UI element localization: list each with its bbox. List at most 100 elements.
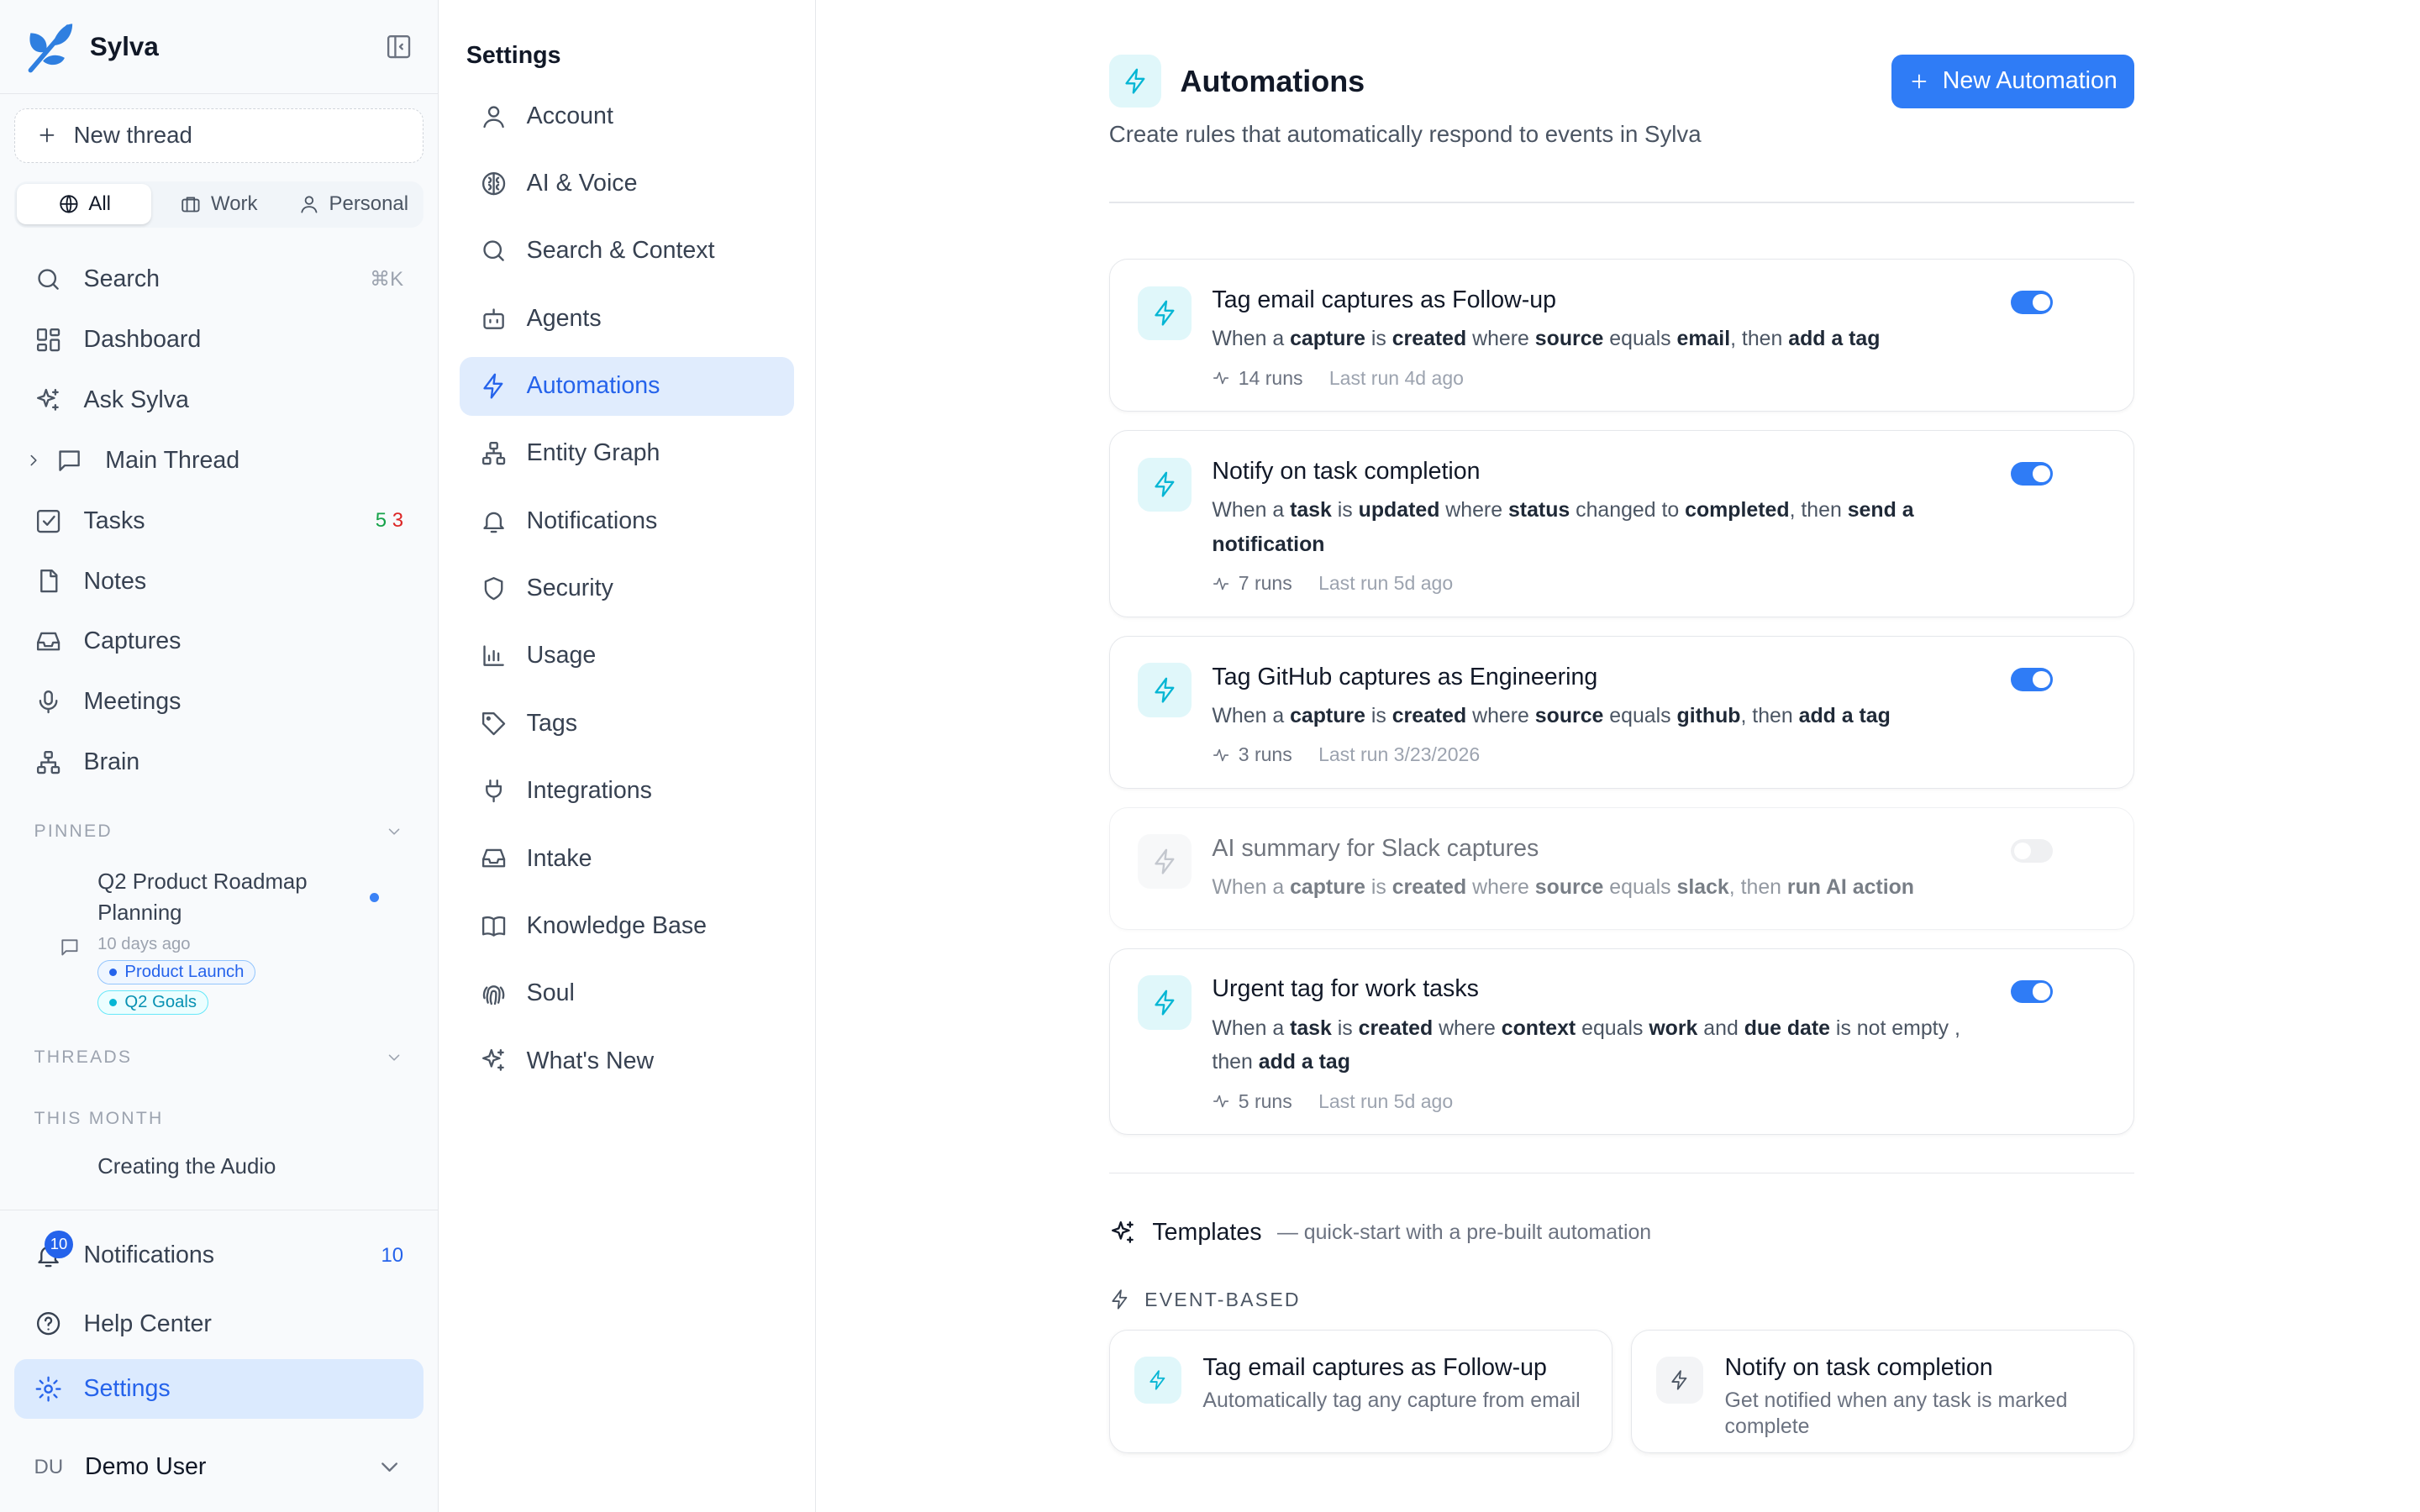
settings-item-whats-new[interactable]: What's New [460,1032,793,1090]
sparkles-icon [34,386,62,414]
rule-text: is [1331,498,1359,522]
user-menu[interactable]: DU Demo User [0,1428,438,1505]
settings-item-label: Usage [526,642,597,669]
settings-item-knowledge-base[interactable]: Knowledge Base [460,896,793,955]
settings-item-security[interactable]: Security [460,559,793,618]
bar-chart-icon [480,642,508,669]
rule-term: source [1534,703,1604,727]
page-subtitle: Create rules that automatically respond … [1108,120,1702,147]
rule-term: created [1392,327,1467,351]
settings-item-label: Account [526,102,613,129]
divider [1108,202,2135,204]
settings-item-automations[interactable]: Automations [460,356,794,416]
filter-all[interactable]: All [17,184,152,225]
gear-icon [34,1375,62,1403]
rule-text: where [1466,874,1535,899]
template-card[interactable]: Tag email captures as Follow-up Automati… [1108,1329,1612,1454]
settings-item-label: Tags [526,709,578,737]
settings-item-entity-graph[interactable]: Entity Graph [460,424,793,483]
nav-search[interactable]: Search ⌘K [0,249,438,310]
nav-dashboard[interactable]: Dashboard [0,310,438,370]
notification-badge: 10 [45,1230,73,1258]
automation-card[interactable]: Tag email captures as Follow-up When a c… [1108,259,2135,412]
settings-item-soul[interactable]: Soul [460,964,793,1023]
pinned-thread-item[interactable]: Q2 Product Roadmap Planning 10 days ago … [0,848,438,1019]
last-run: Last run 3/23/2026 [1318,743,1481,766]
nav-notes[interactable]: Notes [0,551,438,612]
run-stats: 3 runs Last run 3/23/2026 [1212,743,2133,766]
rule-text: is [1365,874,1392,899]
nav-help-center[interactable]: Help Center [14,1290,424,1357]
automation-rule: When a capture is created where source e… [1212,699,1986,733]
help-icon [34,1310,62,1337]
settings-item-tags[interactable]: Tags [460,694,793,753]
notifications-count: 10 [381,1243,404,1267]
thread-item[interactable]: Creating the Audio [0,1137,438,1179]
last-run: Last run 5d ago [1318,1089,1454,1112]
filter-work[interactable]: Work [151,184,286,224]
filter-personal[interactable]: Personal [286,184,420,224]
collapse-sidebar-icon[interactable] [385,33,413,60]
enable-toggle[interactable] [2011,462,2054,486]
enable-toggle[interactable] [2011,979,2054,1004]
automation-icon-box [1137,663,1192,717]
chevron-right-icon[interactable] [24,451,43,470]
enable-toggle[interactable] [2011,838,2054,863]
nav-captures[interactable]: Captures [0,612,438,672]
bolt-icon [1109,1289,1131,1310]
chevron-down-icon [376,1453,403,1481]
threads-header[interactable]: THREADS [0,1040,438,1074]
tag-label: Q2 Goals [124,993,197,1012]
automation-card[interactable]: Urgent tag for work tasks When a task is… [1108,948,2135,1136]
tag-icon [480,710,508,738]
rule-term: add a tag [1258,1050,1350,1074]
page-title: Automations [1180,63,1365,98]
nav-notifications[interactable]: 10 Notifications 10 [14,1222,424,1289]
new-thread-button[interactable]: New thread [13,108,424,163]
settings-item-integrations[interactable]: Integrations [460,762,793,821]
automation-icon-box [1137,834,1192,889]
template-card[interactable]: Notify on task completion Get notified w… [1630,1329,2135,1454]
enable-toggle[interactable] [2011,667,2054,691]
automation-card[interactable]: AI summary for Slack captures When a cap… [1108,807,2135,930]
settings-item-usage[interactable]: Usage [460,627,793,685]
settings-item-label: Security [526,575,613,602]
enable-toggle[interactable] [2011,291,2054,314]
nav-tasks[interactable]: Tasks 5 3 [0,491,438,551]
filter-all-label: All [88,192,111,216]
pinned-header[interactable]: PINNED [0,814,438,848]
activity-icon [1212,746,1230,764]
settings-item-intake[interactable]: Intake [460,829,793,888]
rule-term: add a tag [1798,703,1891,727]
settings-nav: Settings Account AI & Voice Search & Con… [438,0,817,1512]
run-count: 14 runs [1238,366,1303,389]
nav-ask-sylva[interactable]: Ask Sylva [0,370,438,430]
settings-item-account[interactable]: Account [460,87,793,145]
tag-product-launch[interactable]: Product Launch [97,959,256,985]
rule-term: created [1358,1016,1434,1040]
rule-text: When a [1212,874,1291,899]
settings-item-search-context[interactable]: Search & Context [460,222,793,281]
network-icon [34,748,62,776]
rule-term: add a tag [1788,327,1881,351]
rule-text: , then [1789,498,1848,522]
nav-brain[interactable]: Brain [0,732,438,793]
automation-card[interactable]: Notify on task completion When a task is… [1108,430,2135,617]
settings-item-ai-voice[interactable]: AI & Voice [460,155,793,213]
new-automation-button[interactable]: New Automation [1891,54,2135,108]
event-based-label: EVENT-BASED [1144,1288,1301,1310]
chat-icon [59,937,81,958]
nav-settings[interactable]: Settings [13,1358,424,1420]
nav-main-thread[interactable]: Main Thread [0,430,438,491]
tag-q2-goals[interactable]: Q2 Goals [97,990,208,1016]
nav-meetings[interactable]: Meetings [0,672,438,732]
settings-item-notifications[interactable]: Notifications [460,491,793,550]
settings-item-agents[interactable]: Agents [460,289,793,348]
settings-item-label: Search & Context [526,237,715,265]
plus-icon [1908,71,1930,92]
chat-icon [55,447,83,475]
divider [1108,1172,2135,1174]
tasks-count-green: 5 [375,509,387,533]
settings-title: Settings [466,41,561,69]
automation-card[interactable]: Tag GitHub captures as Engineering When … [1108,636,2135,789]
